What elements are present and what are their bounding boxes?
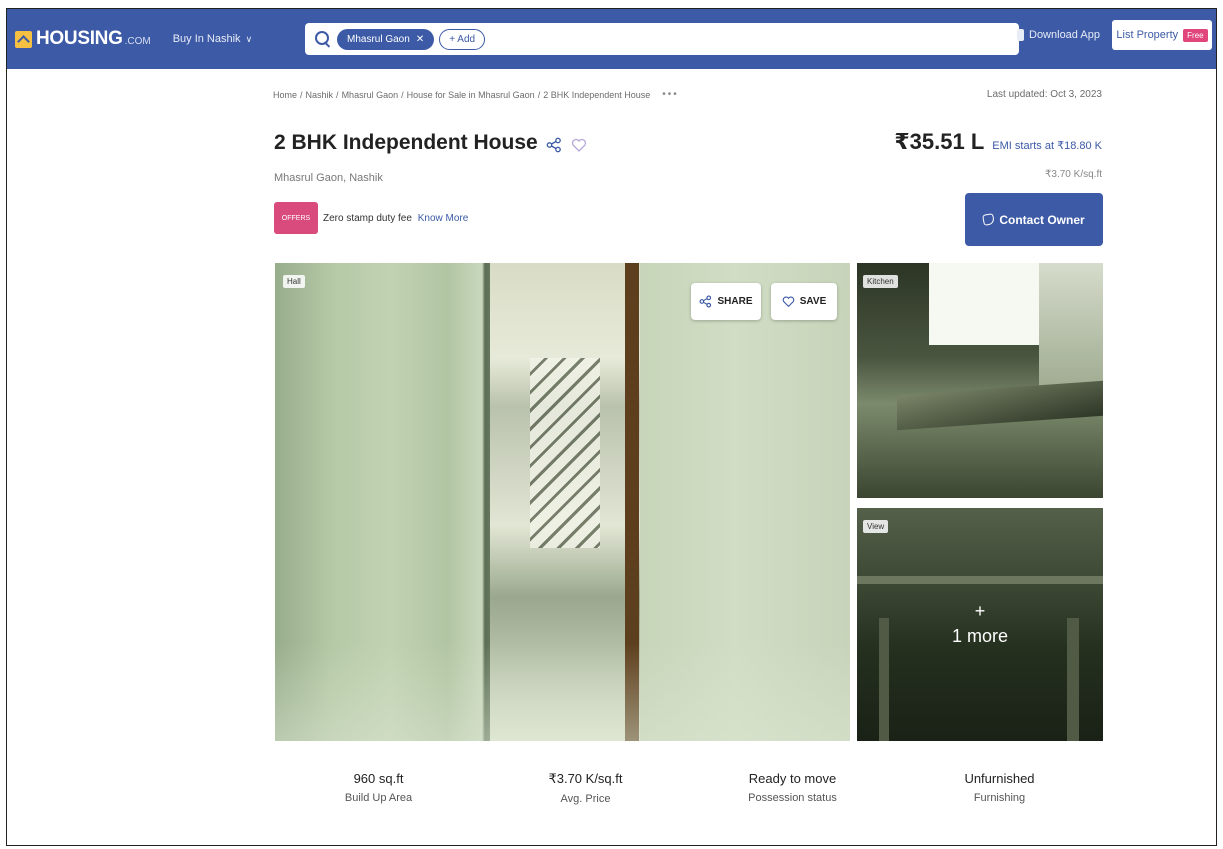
offer-banner: OFFERS Zero stamp duty fee Know More [274,202,468,234]
know-more-link[interactable]: Know More [418,213,469,224]
price-per-sqft: ₹3.70 K/sq.ft [1045,169,1102,180]
main-photo-hall[interactable]: Hall SHARE SAVE [275,263,850,741]
kitchen-slab-image [897,380,1103,431]
photo-tag-kitchen: Kitchen [863,275,898,288]
photo-overlay [275,643,850,741]
top-nav: HOUSING .COM Buy In Nashik ∨ Mhasrul Gao… [7,9,1216,69]
more-photos-button[interactable]: + 1 more [857,508,1103,741]
phone-icon [1017,29,1024,41]
breadcrumb-separator: / [537,89,541,100]
add-locality-button[interactable]: + Add [439,28,486,50]
heart-icon[interactable] [571,137,587,153]
photo-tag-hall: Hall [283,275,305,288]
save-label: SAVE [799,296,827,307]
offer-badge: OFFERS [274,202,318,234]
share-label: SHARE [717,296,753,307]
last-updated: Last updated: Oct 3, 2023 [986,89,1102,100]
download-app-link[interactable]: Download App [1017,29,1100,41]
search-chip-locality[interactable]: Mhasrul Gaon ✕ [337,28,435,50]
stat-label: Furnishing [973,792,1026,804]
price-row: ₹35.51 L EMI starts at ₹18.80 K [894,129,1102,155]
breadcrumb-city[interactable]: Nashik [306,90,334,100]
photo-kitchen[interactable]: Kitchen [857,263,1103,498]
listing-price: ₹35.51 L [894,129,985,154]
heart-icon [782,296,795,308]
more-photos-label: 1 more [951,626,1009,646]
share-photo-button[interactable]: SHARE [691,283,761,320]
search-icon[interactable] [315,31,331,47]
contact-owner-button[interactable]: Contact Owner [965,193,1103,246]
logo-text: HOUSING [36,28,123,49]
download-app-label: Download App [1029,29,1100,41]
share-icon [699,295,712,308]
stat-value: ₹3.70 K/sq.ft [548,771,623,786]
share-icon[interactable] [546,137,562,153]
save-photo-button[interactable]: SAVE [771,283,837,320]
offer-text: Zero stamp duty fee [323,212,412,224]
listing-title: 2 BHK Independent House [274,131,538,154]
stat-value: Unfurnished [964,771,1035,786]
free-badge: Free [1183,28,1208,42]
search-chip-label: Mhasrul Gaon [347,33,410,45]
city-selector-label: Buy In Nashik [172,33,241,45]
search-bar[interactable]: Mhasrul Gaon ✕ + Add [305,23,1019,55]
stat-furnishing: Unfurnished Furnishing [896,771,1103,805]
stat-value: 960 sq.ft [353,771,404,786]
listing-locality: Mhasrul Gaon, Nashik [274,172,383,184]
home-logo-icon [15,30,32,48]
more-options-icon[interactable]: ••• [662,89,679,100]
chevron-down-icon: ∨ [245,33,253,44]
photo-view[interactable]: View + 1 more [857,508,1103,741]
breadcrumb-separator: / [300,89,303,100]
city-selector[interactable]: Buy In Nashik ∨ [173,33,252,45]
breadcrumb-locality[interactable]: Mhasrul Gaon [342,90,399,100]
contact-owner-label: Contact Owner [999,212,1085,227]
property-stats: 960 sq.ft Build Up Area ₹3.70 K/sq.ft Av… [275,771,1103,805]
breadcrumb-current: 2 BHK Independent House [543,89,651,100]
offer-text-wrap: Zero stamp duty fee Know More [323,213,468,224]
breadcrumb-category[interactable]: House for Sale in Mhasrul Gaon [407,90,535,100]
plus-icon: + [974,601,986,621]
stat-label: Build Up Area [344,792,413,804]
emi-link[interactable]: EMI starts at ₹18.80 K [992,139,1102,152]
close-icon[interactable]: ✕ [416,34,424,45]
page-frame: HOUSING .COM Buy In Nashik ∨ Mhasrul Gao… [6,8,1217,846]
housing-logo[interactable]: HOUSING .COM [15,28,151,50]
logo-domain: .COM [124,36,151,47]
breadcrumb-home[interactable]: Home [273,90,297,100]
photo-gallery: Hall SHARE SAVE Kitchen View + 1 more [275,263,1103,741]
stat-label: Possession status [748,792,837,804]
list-property-label: List Property [1116,29,1179,41]
stat-label: Avg. Price [560,793,611,805]
breadcrumb-separator: / [336,89,339,100]
stat-avg-price: ₹3.70 K/sq.ft Avg. Price [482,771,689,805]
breadcrumb: Home / Nashik / Mhasrul Gaon / House for… [273,89,679,100]
list-property-button[interactable]: List Property Free [1112,20,1212,50]
breadcrumb-separator: / [401,89,404,100]
window-image [929,263,1039,345]
stat-value: Ready to move [748,771,837,786]
phone-icon [982,213,996,226]
stat-area: 960 sq.ft Build Up Area [275,771,482,805]
stat-possession: Ready to move Possession status [689,771,896,805]
